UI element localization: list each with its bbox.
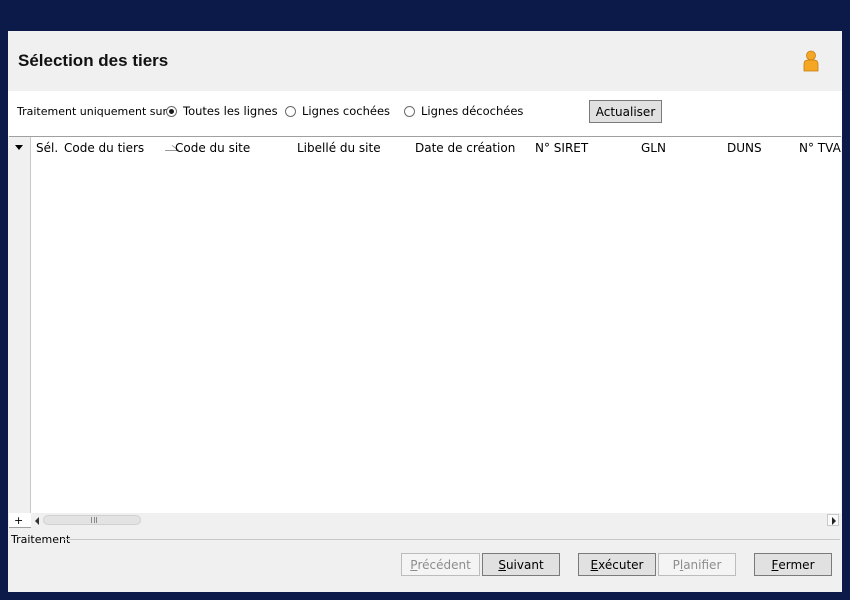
add-row-icon[interactable]: +	[14, 514, 23, 527]
scroll-left-icon[interactable]	[35, 517, 39, 525]
column-header-siret[interactable]: N° SIRET	[535, 141, 588, 155]
column-header-code-tiers[interactable]: Code du tiers	[64, 141, 144, 155]
execute-mnemonic: E	[590, 557, 599, 572]
radio-dot-icon[interactable]	[404, 105, 415, 117]
section-divider	[63, 539, 840, 540]
radio-unchecked-lines-label: Lignes décochées	[421, 104, 524, 118]
scroll-right-button[interactable]	[827, 514, 839, 526]
schedule-button[interactable]: Pl anifier	[658, 553, 736, 576]
radio-all-lines-label: Toutes les lignes	[183, 104, 278, 118]
next-mnemonic: S	[498, 557, 506, 572]
grid-menu-icon[interactable]	[15, 145, 23, 150]
schedule-label-start: P	[672, 557, 680, 572]
user-icon[interactable]	[802, 50, 820, 72]
horizontal-scrollbar[interactable]	[31, 513, 841, 528]
filter-label: Traitement uniquement sur :	[17, 105, 175, 118]
column-header-date-creation[interactable]: Date de création	[415, 141, 515, 155]
column-header-tva[interactable]: N° TVA	[799, 141, 841, 155]
radio-checked-lines-label: Lignes cochées	[302, 104, 391, 118]
execute-button[interactable]: Exécuter	[578, 553, 656, 576]
radio-dot-icon[interactable]	[166, 105, 177, 117]
radio-checked-lines[interactable]: Lignes cochées	[285, 104, 390, 118]
radio-dot-icon[interactable]	[285, 105, 296, 117]
page-title: Sélection des tiers	[18, 51, 169, 70]
schedule-label-end: anifier	[683, 557, 722, 572]
main-window: Sélection des tiers Traitement uniquemen…	[8, 31, 842, 592]
scroll-right-icon[interactable]	[832, 517, 836, 525]
column-header-code-site[interactable]: Code du site	[175, 141, 250, 155]
previous-label: récédent	[417, 557, 471, 572]
previous-button[interactable]: Précédent	[401, 553, 480, 576]
grid-header-row: Sél. Code du tiers Code du site Libellé …	[31, 137, 841, 157]
column-header-duns[interactable]: DUNS	[727, 141, 762, 155]
close-mnemonic: F	[771, 557, 779, 572]
row-selector-column	[9, 137, 31, 513]
filter-bar: Traitement uniquement sur : Toutes les l…	[8, 91, 842, 136]
close-label: ermer	[778, 557, 815, 572]
previous-mnemonic: P	[410, 557, 418, 572]
next-label: uivant	[505, 557, 544, 572]
scroll-grip-icon	[91, 517, 97, 523]
window-header: Sélection des tiers	[8, 31, 842, 91]
execute-label: xécuter	[598, 557, 644, 572]
traitement-section-label: Traitement	[11, 533, 71, 546]
column-header-gln[interactable]: GLN	[641, 141, 666, 155]
refresh-button[interactable]: Actualiser	[589, 100, 662, 123]
radio-all-lines[interactable]: Toutes les lignes	[166, 104, 278, 118]
scrollbar-thumb[interactable]	[43, 515, 141, 525]
radio-unchecked-lines[interactable]: Lignes décochées	[404, 104, 523, 118]
next-button[interactable]: Suivant	[482, 553, 560, 576]
close-button[interactable]: Fermer	[754, 553, 832, 576]
column-header-libelle-site[interactable]: Libellé du site	[297, 141, 381, 155]
tiers-grid: Sél. Code du tiers Code du site Libellé …	[9, 136, 841, 528]
column-header-sel[interactable]: Sél.	[36, 141, 58, 155]
